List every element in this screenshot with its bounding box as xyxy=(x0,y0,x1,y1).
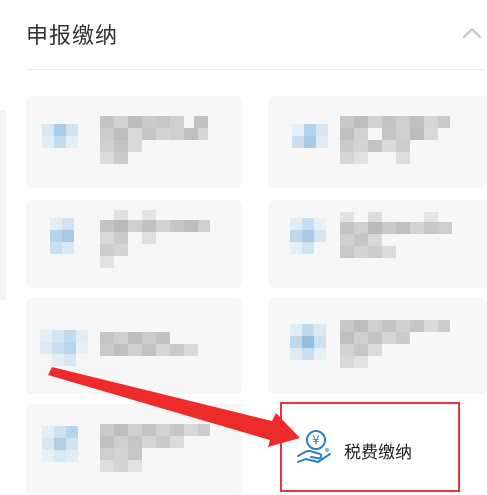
blurred-edge xyxy=(0,110,6,300)
blurred-service-card[interactable] xyxy=(26,404,242,495)
tax-payment-item[interactable]: ¥ 税费缴纳 xyxy=(280,402,460,492)
section-title: 申报缴纳 xyxy=(26,24,119,49)
blurred-service-card[interactable] xyxy=(26,298,242,394)
blurred-service-card[interactable] xyxy=(26,200,242,288)
section-header[interactable]: 申报缴纳 xyxy=(0,0,487,70)
section-divider xyxy=(26,69,486,70)
blurred-service-card[interactable] xyxy=(268,96,487,188)
blurred-service-card[interactable] xyxy=(268,200,487,288)
tax-payment-label: 税费缴纳 xyxy=(344,443,412,463)
svg-text:¥: ¥ xyxy=(312,434,320,448)
coin-in-hand-icon: ¥ xyxy=(294,426,334,466)
blurred-service-card[interactable] xyxy=(26,96,242,188)
chevron-up-icon[interactable] xyxy=(460,22,484,42)
blurred-service-card[interactable] xyxy=(268,298,487,394)
